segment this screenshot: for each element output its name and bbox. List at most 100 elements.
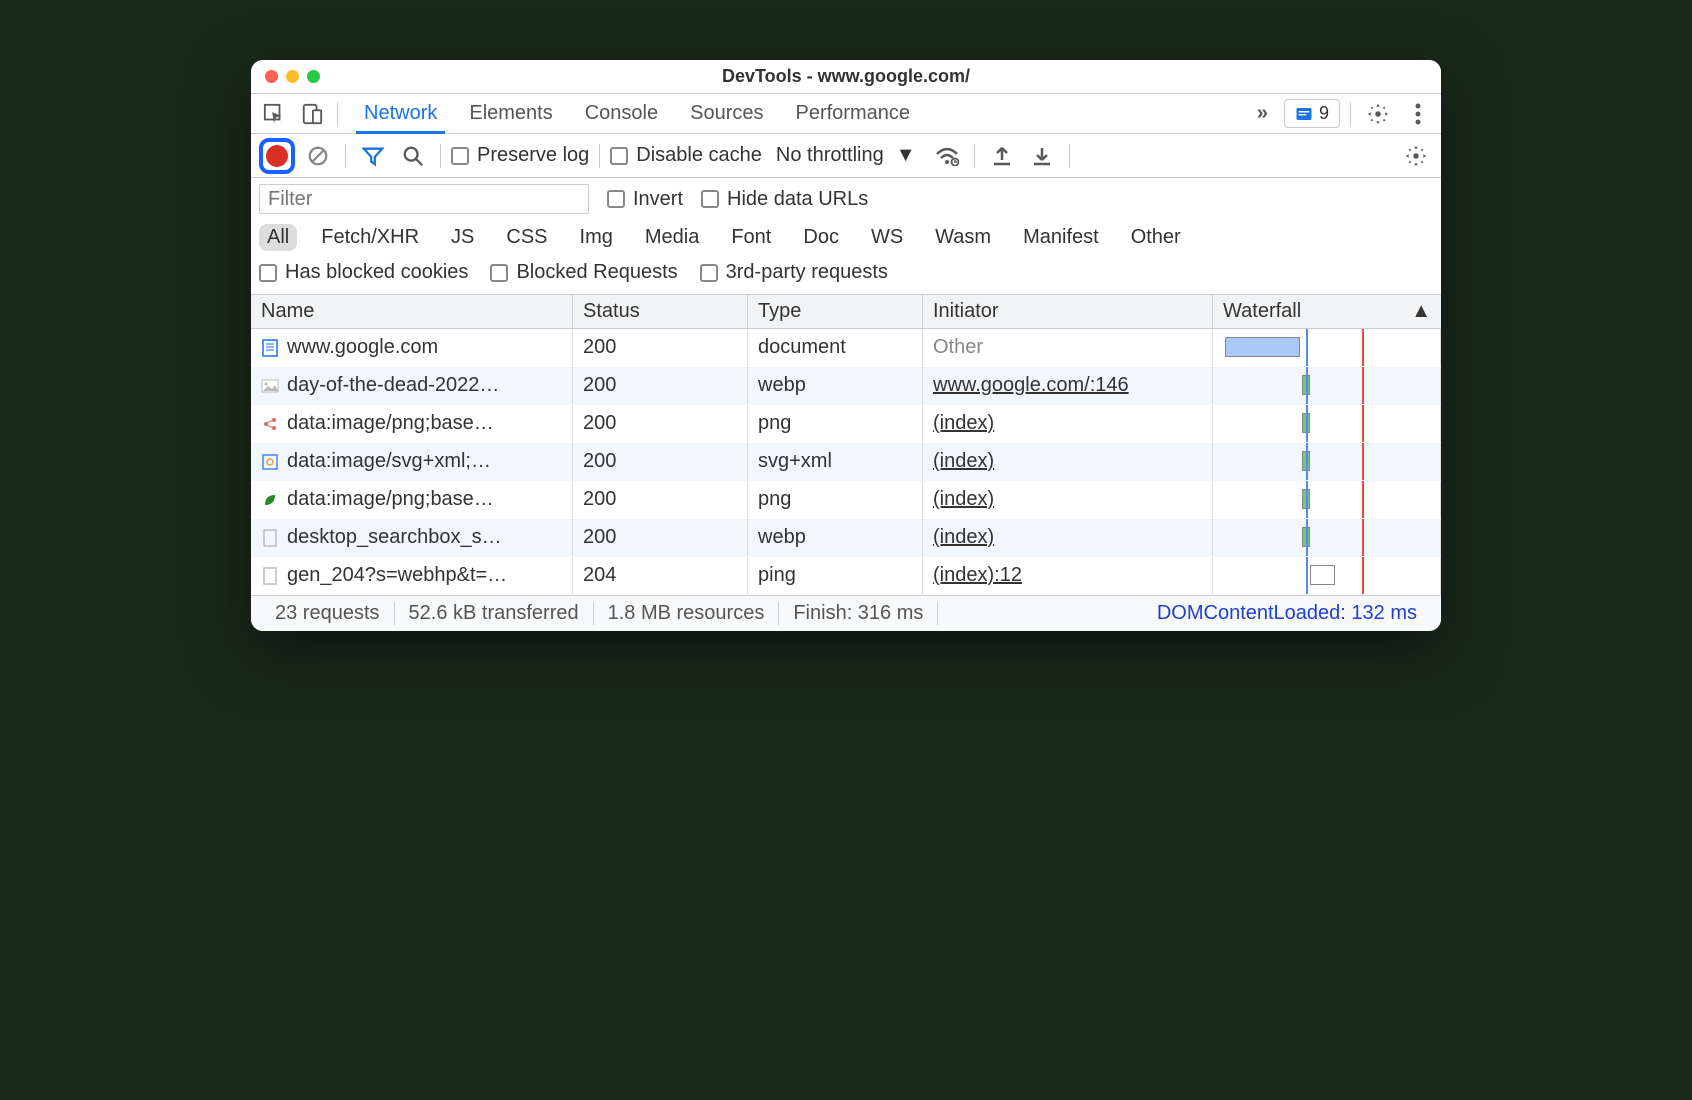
type-filter-font[interactable]: Font: [723, 224, 779, 251]
issues-badge[interactable]: 9: [1284, 99, 1340, 128]
table-row[interactable]: day-of-the-dead-2022…200webpwww.google.c…: [251, 367, 1441, 405]
waterfall-bar: [1310, 565, 1335, 585]
settings-icon[interactable]: [1361, 97, 1395, 131]
load-line: [1362, 481, 1364, 518]
checkbox-icon: [490, 264, 508, 282]
download-har-icon[interactable]: [1025, 139, 1059, 173]
request-status: 200: [573, 367, 748, 404]
tab-network[interactable]: Network: [360, 94, 441, 133]
has-blocked-cookies-checkbox[interactable]: Has blocked cookies: [259, 261, 468, 284]
close-window-button[interactable]: [265, 70, 278, 83]
disable-cache-checkbox[interactable]: Disable cache: [610, 144, 762, 167]
clear-button[interactable]: [301, 139, 335, 173]
more-tabs-icon[interactable]: »: [1247, 102, 1278, 125]
checkbox-icon: [610, 147, 628, 165]
kebab-menu-icon[interactable]: [1401, 97, 1435, 131]
col-waterfall[interactable]: Waterfall ▲: [1213, 295, 1441, 328]
tab-console[interactable]: Console: [581, 94, 662, 133]
stat-transferred: 52.6 kB transferred: [395, 602, 594, 625]
type-filter-img[interactable]: Img: [572, 224, 621, 251]
divider: [337, 102, 338, 126]
divider: [440, 144, 441, 168]
table-row[interactable]: data:image/png;base…200png(index): [251, 405, 1441, 443]
hide-data-urls-checkbox[interactable]: Hide data URLs: [701, 188, 868, 211]
zoom-window-button[interactable]: [307, 70, 320, 83]
record-button[interactable]: [259, 138, 295, 174]
divider: [1069, 144, 1070, 168]
table-row[interactable]: www.google.com200documentOther: [251, 329, 1441, 367]
request-type: svg+xml: [748, 443, 923, 480]
col-initiator[interactable]: Initiator: [923, 295, 1213, 328]
type-filter-manifest[interactable]: Manifest: [1015, 224, 1107, 251]
filter-input[interactable]: [259, 184, 589, 214]
table-row[interactable]: data:image/svg+xml;… 200svg+xml (index): [251, 443, 1441, 481]
request-initiator[interactable]: (index): [933, 412, 994, 435]
load-line: [1362, 367, 1364, 404]
type-filter-doc[interactable]: Doc: [795, 224, 847, 251]
stat-requests: 23 requests: [261, 602, 395, 625]
tab-elements[interactable]: Elements: [465, 94, 556, 133]
type-filter-fetch[interactable]: Fetch/XHR: [313, 224, 427, 251]
network-toolbar: Preserve log Disable cache No throttling…: [251, 134, 1441, 178]
blocked-requests-label: Blocked Requests: [516, 261, 677, 284]
col-type[interactable]: Type: [748, 295, 923, 328]
filter-bar: Invert Hide data URLs All Fetch/XHR JS C…: [251, 178, 1441, 295]
throttling-select[interactable]: No throttling ▼: [768, 142, 924, 169]
waterfall-cell: [1223, 519, 1430, 556]
tab-performance[interactable]: Performance: [792, 94, 915, 133]
third-party-checkbox[interactable]: 3rd-party requests: [700, 261, 888, 284]
type-filter-wasm[interactable]: Wasm: [927, 224, 999, 251]
chevron-down-icon: ▼: [896, 144, 916, 167]
request-name: desktop_searchbox_s…: [287, 526, 502, 549]
type-filter-js[interactable]: JS: [443, 224, 482, 251]
record-icon: [266, 145, 288, 167]
type-filter-css[interactable]: CSS: [498, 224, 555, 251]
type-filter-media[interactable]: Media: [637, 224, 707, 251]
col-status[interactable]: Status: [573, 295, 748, 328]
panel-tabbar: Network Elements Console Sources Perform…: [251, 94, 1441, 134]
network-conditions-icon[interactable]: [930, 139, 964, 173]
request-type: webp: [748, 367, 923, 404]
type-filter-other[interactable]: Other: [1123, 224, 1189, 251]
hide-data-urls-label: Hide data URLs: [727, 188, 868, 211]
request-status: 200: [573, 443, 748, 480]
preserve-log-checkbox[interactable]: Preserve log: [451, 144, 589, 167]
checkbox-icon: [607, 190, 625, 208]
request-initiator[interactable]: (index): [933, 450, 994, 473]
has-blocked-cookies-label: Has blocked cookies: [285, 261, 468, 284]
tab-sources[interactable]: Sources: [686, 94, 767, 133]
upload-har-icon[interactable]: [985, 139, 1019, 173]
type-filter-all[interactable]: All: [259, 224, 297, 251]
request-name: data:image/svg+xml;…: [287, 450, 491, 473]
blocked-requests-checkbox[interactable]: Blocked Requests: [490, 261, 677, 284]
network-settings-icon[interactable]: [1399, 139, 1433, 173]
window-title: DevTools - www.google.com/: [251, 66, 1441, 87]
request-type: ping: [748, 557, 923, 594]
device-toggle-icon[interactable]: [295, 97, 329, 131]
table-row[interactable]: data:image/png;base…200png(index): [251, 481, 1441, 519]
request-initiator[interactable]: www.google.com/:146: [933, 374, 1129, 397]
request-status: 200: [573, 405, 748, 442]
invert-checkbox[interactable]: Invert: [607, 188, 683, 211]
filter-toggle-icon[interactable]: [356, 139, 390, 173]
inspect-element-icon[interactable]: [257, 97, 291, 131]
waterfall-cell: [1223, 557, 1430, 594]
status-bar: 23 requests 52.6 kB transferred 1.8 MB r…: [251, 595, 1441, 631]
waterfall-cell: [1223, 367, 1430, 404]
dcl-line: [1306, 367, 1308, 404]
search-icon[interactable]: [396, 139, 430, 173]
type-filter-ws[interactable]: WS: [863, 224, 911, 251]
request-initiator[interactable]: (index):12: [933, 564, 1022, 587]
request-initiator[interactable]: (index): [933, 488, 994, 511]
minimize-window-button[interactable]: [286, 70, 299, 83]
table-row[interactable]: gen_204?s=webhp&t=…204ping(index):12: [251, 557, 1441, 595]
col-name[interactable]: Name: [251, 295, 573, 328]
request-initiator[interactable]: (index): [933, 526, 994, 549]
file-type-icon: [261, 453, 279, 471]
request-status: 200: [573, 481, 748, 518]
devtools-window: DevTools - www.google.com/ Network Eleme…: [251, 60, 1441, 631]
table-row[interactable]: desktop_searchbox_s…200webp(index): [251, 519, 1441, 557]
file-type-icon: [261, 529, 279, 547]
file-type-icon: [261, 339, 279, 357]
divider: [345, 144, 346, 168]
